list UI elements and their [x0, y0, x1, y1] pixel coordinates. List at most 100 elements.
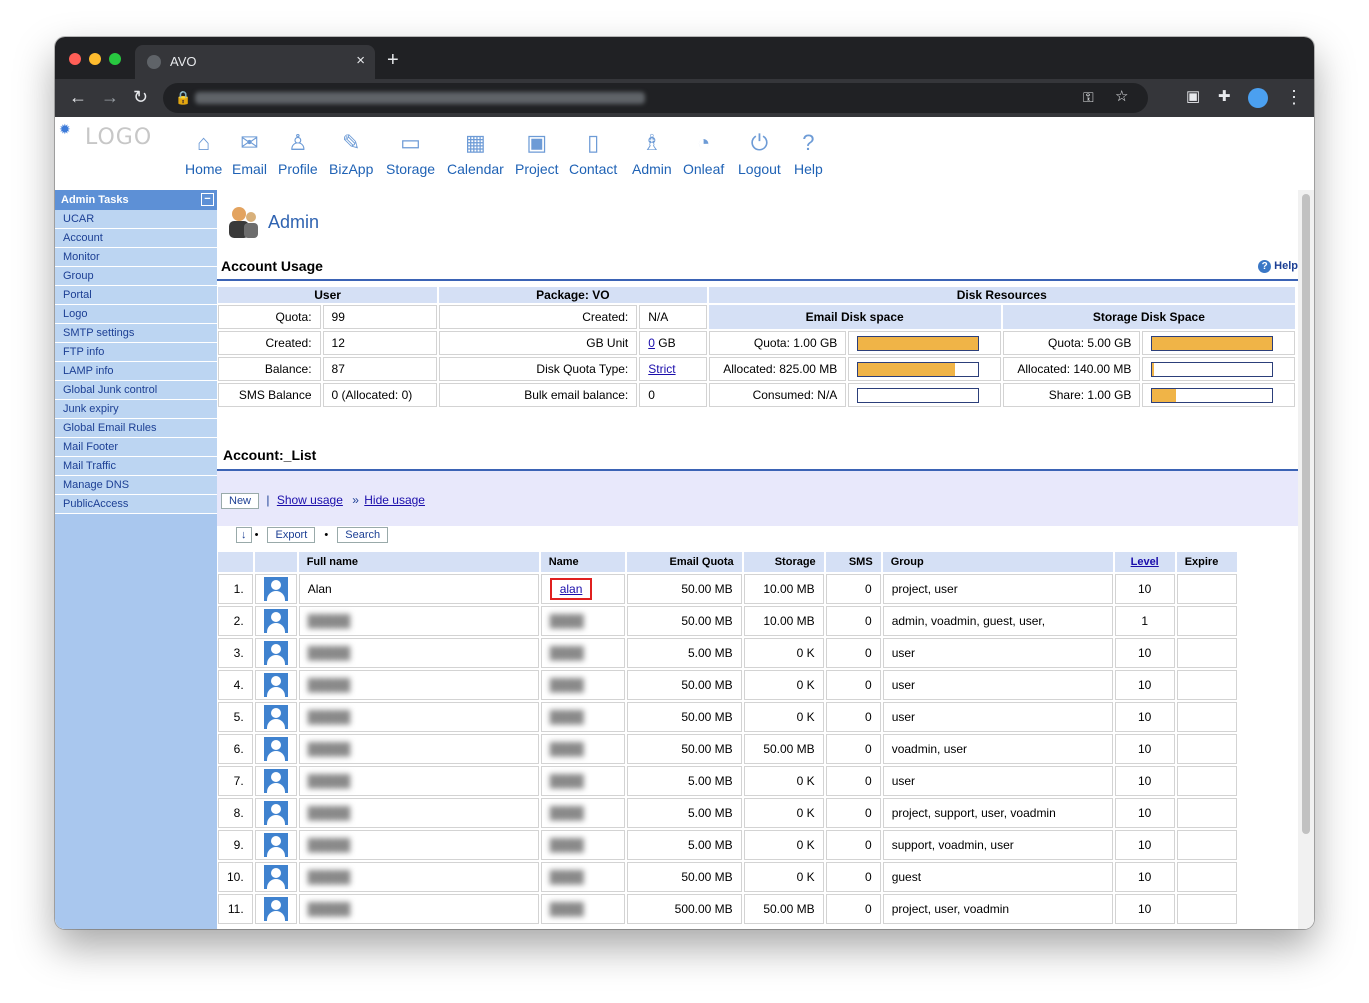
- close-tab-icon[interactable]: ×: [356, 52, 365, 69]
- nav-profile[interactable]: ♙ Profile: [278, 129, 318, 177]
- nav-email[interactable]: ✉ Email: [232, 129, 267, 177]
- avatar-icon[interactable]: [263, 865, 288, 889]
- nav-logout[interactable]: ⏻ Logout: [738, 129, 781, 177]
- nav-help[interactable]: ? Help: [794, 129, 823, 177]
- sidebar-item-account[interactable]: Account: [55, 229, 217, 248]
- nav-onleaf[interactable]: ◔ Onleaf: [683, 129, 724, 177]
- storage-disk-header: Storage Disk Space: [1002, 305, 1295, 329]
- nav-admin[interactable]: ♗ Admin: [632, 129, 672, 177]
- puzzle-icon[interactable]: ✚: [1218, 87, 1231, 107]
- nav-storage[interactable]: ▭ Storage: [386, 129, 435, 177]
- expire-cell: [1176, 766, 1237, 796]
- column-header: Full name: [298, 552, 539, 572]
- redacted-username-link[interactable]: ████: [550, 870, 584, 884]
- redacted-username-link[interactable]: ████: [550, 678, 584, 692]
- key-icon[interactable]: ⚿: [1083, 87, 1094, 107]
- sidebar-item-global-email-rules[interactable]: Global Email Rules: [55, 419, 217, 438]
- avatar-icon[interactable]: [263, 897, 288, 921]
- avatar-cell: [254, 574, 297, 604]
- sort-button[interactable]: ↓: [236, 527, 252, 543]
- reload-icon[interactable]: ↻: [133, 87, 148, 107]
- sidebar-item-manage-dns[interactable]: Manage DNS: [55, 476, 217, 495]
- avatar-icon[interactable]: [263, 641, 288, 665]
- minimize-window-button[interactable]: [89, 53, 101, 65]
- column-header[interactable]: Level: [1114, 552, 1175, 572]
- sidebar-item-ftp-info[interactable]: FTP info: [55, 343, 217, 362]
- browser-tab[interactable]: AVO ×: [135, 45, 375, 79]
- sidebar-item-mail-traffic[interactable]: Mail Traffic: [55, 457, 217, 476]
- scrollbar[interactable]: [1298, 190, 1314, 929]
- search-button[interactable]: Search: [337, 527, 389, 543]
- sidebar-item-monitor[interactable]: Monitor: [55, 248, 217, 267]
- bookmark-star-icon[interactable]: ☆: [1115, 87, 1128, 107]
- avatar-icon[interactable]: [263, 705, 288, 729]
- sidebar-item-logo[interactable]: Logo: [55, 305, 217, 324]
- table-row: 7. █████ ████ 5.00 MB 0 K 0 user 10: [218, 766, 1237, 796]
- close-window-button[interactable]: [69, 53, 81, 65]
- sidebar-item-mail-footer[interactable]: Mail Footer: [55, 438, 217, 457]
- sidebar-item-portal[interactable]: Portal: [55, 286, 217, 305]
- show-usage-link[interactable]: Show usage: [277, 493, 343, 507]
- nav-project[interactable]: ▣ Project: [515, 129, 559, 177]
- sidebar-item-lamp-info[interactable]: LAMP info: [55, 362, 217, 381]
- avatar-icon[interactable]: [263, 673, 288, 697]
- username-cell: alan: [540, 574, 625, 604]
- export-button[interactable]: Export: [267, 527, 316, 543]
- redacted-username-link[interactable]: ████: [550, 806, 584, 820]
- sidebar-item-ucar[interactable]: UCAR: [55, 210, 217, 229]
- redacted-username-link[interactable]: ████: [550, 614, 584, 628]
- package-value-text: GB: [654, 336, 676, 350]
- level-cell: 10: [1114, 670, 1175, 700]
- redacted-username-link[interactable]: ████: [550, 742, 584, 756]
- avatar-icon[interactable]: [263, 769, 288, 793]
- table-row: 8. █████ ████ 5.00 MB 0 K 0 project, support, …: [218, 798, 1237, 828]
- site-logo[interactable]: ✹ LOGO: [59, 121, 151, 155]
- group-cell: user: [882, 702, 1113, 732]
- sidebar-item-junk-expiry[interactable]: Junk expiry: [55, 400, 217, 419]
- collapse-icon[interactable]: −: [201, 193, 214, 206]
- sidebar-item-group[interactable]: Group: [55, 267, 217, 286]
- package-link[interactable]: Strict: [648, 362, 675, 376]
- sidebar-item-smtp-settings[interactable]: SMTP settings: [55, 324, 217, 343]
- sidebar-item-publicaccess[interactable]: PublicAccess: [55, 495, 217, 514]
- redacted-text: █████: [307, 614, 351, 628]
- help-link[interactable]: ? Help: [1258, 260, 1298, 273]
- new-tab-button[interactable]: +: [387, 49, 399, 72]
- table-row: 6. █████ ████ 50.00 MB 50.00 MB 0 voadmin, use…: [218, 734, 1237, 764]
- redacted-username-link[interactable]: ████: [550, 902, 584, 916]
- redacted-username-link[interactable]: ████: [550, 646, 584, 660]
- forward-icon[interactable]: →: [101, 87, 119, 107]
- quota-cell: 5.00 MB: [626, 798, 742, 828]
- profile-avatar-icon[interactable]: [1248, 88, 1268, 108]
- avatar-icon[interactable]: [263, 801, 288, 825]
- redacted-username-link[interactable]: ████: [550, 838, 584, 852]
- address-bar[interactable]: 🔒 ☆ ⚿: [163, 83, 1148, 113]
- storage-cell: 50.00 MB: [743, 734, 824, 764]
- nav-contact[interactable]: ▯ Contact: [569, 129, 617, 177]
- level-sort-link[interactable]: Level: [1131, 556, 1159, 568]
- scrollbar-thumb[interactable]: [1302, 194, 1310, 834]
- new-account-button[interactable]: New: [221, 493, 260, 509]
- favicon-icon: [147, 55, 161, 69]
- menu-icon[interactable]: ⋮: [1285, 87, 1303, 107]
- avatar-icon[interactable]: [263, 609, 288, 633]
- back-icon[interactable]: ←: [69, 87, 87, 107]
- avatar-icon[interactable]: [263, 833, 288, 857]
- nav-home[interactable]: ⌂ Home: [185, 129, 222, 177]
- sms-cell: 0: [825, 670, 881, 700]
- zoom-window-button[interactable]: [109, 53, 121, 65]
- sidebar-item-global-junk-control[interactable]: Global Junk control: [55, 381, 217, 400]
- hide-usage-link[interactable]: Hide usage: [364, 493, 425, 507]
- avatar-icon[interactable]: [263, 737, 288, 761]
- redacted-username-link[interactable]: ████: [550, 774, 584, 788]
- sms-cell: 0: [825, 798, 881, 828]
- nav-calendar[interactable]: ▦ Calendar: [447, 129, 504, 177]
- redacted-username-link[interactable]: ████: [550, 710, 584, 724]
- storage-usage-bar: [1151, 387, 1274, 403]
- username-link[interactable]: alan: [560, 582, 583, 596]
- extension-icon[interactable]: ▣: [1186, 87, 1200, 107]
- package-link[interactable]: 0: [648, 336, 655, 350]
- nav-bizapp[interactable]: ✎ BizApp: [329, 129, 373, 177]
- avatar-icon[interactable]: [263, 577, 288, 601]
- expire-cell: [1176, 830, 1237, 860]
